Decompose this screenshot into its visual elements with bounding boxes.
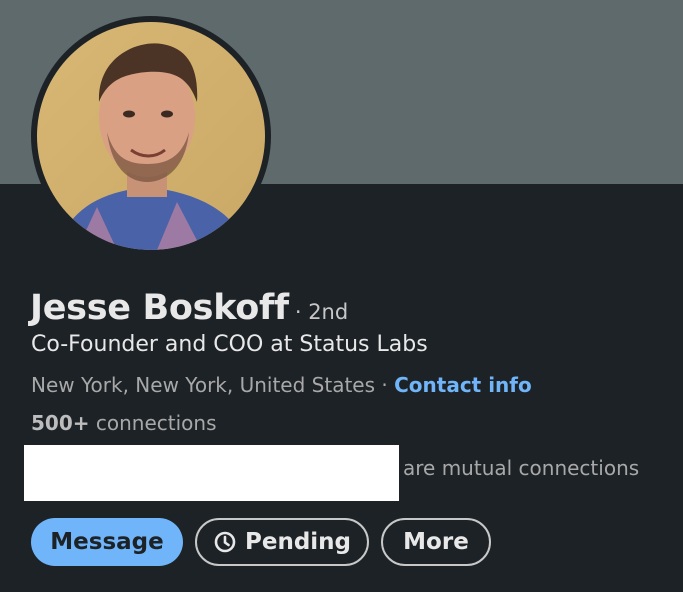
location-row: New York, New York, United States · Cont… <box>31 373 532 397</box>
more-button[interactable]: More <box>381 518 491 566</box>
avatar[interactable] <box>31 16 271 256</box>
message-button[interactable]: Message <box>31 518 183 566</box>
profile-location: New York, New York, United States <box>31 373 376 397</box>
name-row: Jesse Boskoff · 2nd <box>30 288 348 328</box>
more-button-label: More <box>403 529 469 555</box>
connections-count: 500+ <box>31 411 90 435</box>
connection-degree: · 2nd <box>294 300 349 324</box>
connections-row[interactable]: 500+ connections <box>31 411 217 435</box>
message-button-label: Message <box>50 529 164 555</box>
pending-button-label: Pending <box>244 529 351 555</box>
profile-headline: Co-Founder and COO at Status Labs <box>31 332 428 357</box>
mutual-connections-redacted <box>24 445 399 501</box>
clock-icon <box>213 530 237 554</box>
profile-photo <box>37 22 265 250</box>
pending-button[interactable]: Pending <box>195 518 369 566</box>
mutual-connections-text[interactable]: are mutual connections <box>403 456 639 480</box>
contact-info-link[interactable]: Contact info <box>394 373 532 397</box>
separator-dot: · <box>375 373 395 397</box>
connections-label: connections <box>89 411 217 435</box>
profile-name: Jesse Boskoff <box>30 288 289 328</box>
